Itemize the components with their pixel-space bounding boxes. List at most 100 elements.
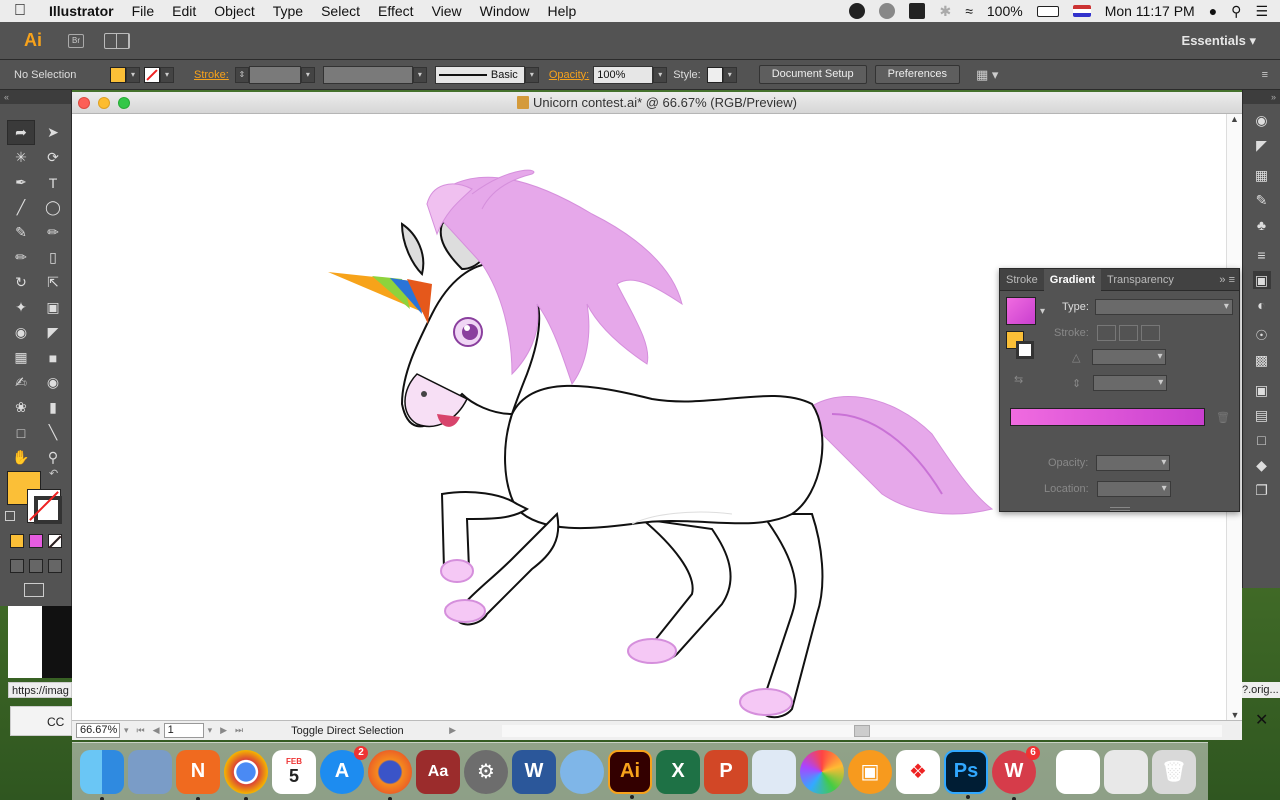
panel-stroke-box[interactable] [1016,341,1034,359]
column-graph-tool-icon[interactable]: ▮ [39,395,67,420]
appearance-panel-icon[interactable]: ☉ [1253,326,1271,344]
cloud-icon[interactable] [879,3,896,19]
acrobat-icon[interactable]: ❖ [896,749,940,794]
panel-resize-handle[interactable] [1110,507,1130,511]
artboard-dropdown[interactable]: ▾ [208,725,213,736]
close-window-button[interactable] [78,97,90,109]
wps-writer-icon[interactable]: W6 [992,745,1040,800]
calendar-icon[interactable]: FEB 5 [272,749,316,794]
search-icon[interactable]: ⚲ [1231,3,1241,20]
document-setup-button[interactable]: Document Setup [758,65,867,84]
scroll-down-icon[interactable]: ▼ [1227,710,1243,720]
draw-inside-icon[interactable] [48,559,62,573]
next-artboard-icon[interactable]: ▶ [220,725,227,736]
stroke-weight-dropdown[interactable]: ▾ [300,66,315,83]
perspective-grid-tool-icon[interactable]: ◤ [39,320,67,345]
previous-artboard-icon[interactable]: ◀ [153,725,160,736]
direct-selection-tool-icon[interactable]: ➤ [39,120,67,145]
variable-width-dropdown[interactable]: ▾ [412,66,427,83]
artboards-panel-icon[interactable]: ❐ [1253,481,1271,499]
ellipse-tool-icon[interactable]: ◯ [39,195,67,220]
stroke-across-icon[interactable] [1140,325,1160,341]
battery-icon[interactable] [1036,5,1059,17]
gradient-type-dropdown[interactable] [1094,299,1233,315]
opacity-label[interactable]: Opacity: [549,69,589,81]
stroke-within-icon[interactable] [1096,325,1116,341]
menu-edit[interactable]: Edit [163,3,205,19]
artboard-number-field[interactable]: 1 [163,723,204,738]
gradient-slider[interactable] [1010,408,1205,426]
downloads-stack-icon[interactable] [1104,749,1148,794]
brushes-panel-icon[interactable]: ✎ [1253,191,1271,209]
zoom-dropdown[interactable]: ▾ [124,725,129,736]
menu-select[interactable]: Select [312,3,369,19]
eraser-tool-icon[interactable]: ▯ [39,245,67,270]
menu-effect[interactable]: Effect [369,3,423,19]
color-mode-icon[interactable] [10,534,24,548]
bridge-button[interactable]: Br [68,33,84,48]
status-text[interactable]: Toggle Direct Selection [291,725,451,737]
width-tool-icon[interactable]: ✦ [7,295,35,320]
draw-behind-icon[interactable] [29,559,43,573]
transform-panel-icon[interactable]: ▣ [1253,381,1271,399]
preview-photos-icon[interactable] [752,749,796,794]
color-panel-icon[interactable]: ◉ [1253,111,1271,129]
paintbrush-tool-icon[interactable]: ✎ [7,220,35,245]
chrome-icon[interactable] [224,749,268,800]
change-screen-mode-icon[interactable] [24,583,44,597]
gradient-mode-icon[interactable] [29,534,43,548]
menu-window[interactable]: Window [471,3,539,19]
flag-icon[interactable] [1072,5,1091,17]
eyedropper-tool-icon[interactable]: ✍ [7,370,35,395]
system-preferences-icon[interactable]: ⚙ [464,749,508,794]
graphic-styles-panel-icon[interactable]: ▩ [1253,351,1271,369]
gradient-panel-icon[interactable]: ▣ [1252,271,1271,289]
stroke-color-box[interactable] [27,489,62,524]
messenger-icon[interactable] [849,3,866,19]
horizontal-scroll-thumb[interactable] [854,725,870,737]
brush-definition-field[interactable]: Basic [434,65,525,84]
tab-transparency[interactable]: Transparency [1101,269,1180,291]
apple-icon[interactable]:  [0,2,40,20]
gradient-preview-swatch[interactable] [1006,297,1036,325]
stroke-along-icon[interactable] [1118,325,1138,341]
expand-panels-icon[interactable]: » [1243,90,1280,104]
arrange-icon[interactable]: ▦ ▾ [976,67,998,83]
preferences-button[interactable]: Preferences [874,65,960,84]
stroke-dropdown[interactable]: ▾ [160,66,174,83]
scale-tool-icon[interactable]: ⇱ [39,270,67,295]
free-transform-tool-icon[interactable]: ▣ [39,295,67,320]
migration-icon[interactable] [560,749,604,794]
gradient-location-field[interactable] [1096,481,1171,497]
wps-presentation-icon[interactable]: P [704,749,748,794]
artboard-tool-icon[interactable]: □ [7,420,35,445]
layers-panel-icon[interactable]: ◆ [1253,456,1271,474]
user-icon[interactable]: ● [1209,3,1217,19]
fill-swatch[interactable] [110,66,126,83]
close-icon[interactable]: ✕ [1255,710,1268,730]
selection-tool-icon[interactable]: ➦ [7,120,35,145]
color-guide-icon[interactable]: ◤ [1253,136,1271,154]
stroke-weight-stepper[interactable]: ⇕ [234,66,249,83]
pencil-tool-icon[interactable]: ✏ [39,220,67,245]
tab-stroke[interactable]: Stroke [1000,269,1044,291]
scroll-up-icon[interactable]: ▲ [1227,114,1242,124]
finder-icon[interactable] [80,749,124,800]
panel-menu-icon[interactable]: ≡ [1262,69,1268,81]
last-artboard-icon[interactable]: ⏭ [235,725,243,736]
minimize-window-button[interactable] [98,97,110,109]
default-fill-stroke-icon[interactable] [5,511,15,521]
firefox-icon[interactable] [368,749,412,800]
paw-icon[interactable] [909,3,926,19]
stroke-panel-icon[interactable]: ≡ [1253,246,1271,264]
menu-help[interactable]: Help [538,3,585,19]
status-menu-icon[interactable]: ▶ [449,725,456,736]
stroke-label[interactable]: Stroke: [194,69,229,81]
notification-center-icon[interactable]: ☰ [1255,3,1268,20]
opacity-dropdown[interactable]: ▾ [653,66,668,83]
horizontal-scrollbar[interactable] [502,725,1222,737]
stroke-weight-field[interactable] [248,65,301,84]
notability-icon[interactable]: N [176,749,220,800]
bluetooth-icon[interactable]: ✱ [939,3,951,20]
swap-fill-stroke-icon[interactable]: ↶ [49,467,58,480]
